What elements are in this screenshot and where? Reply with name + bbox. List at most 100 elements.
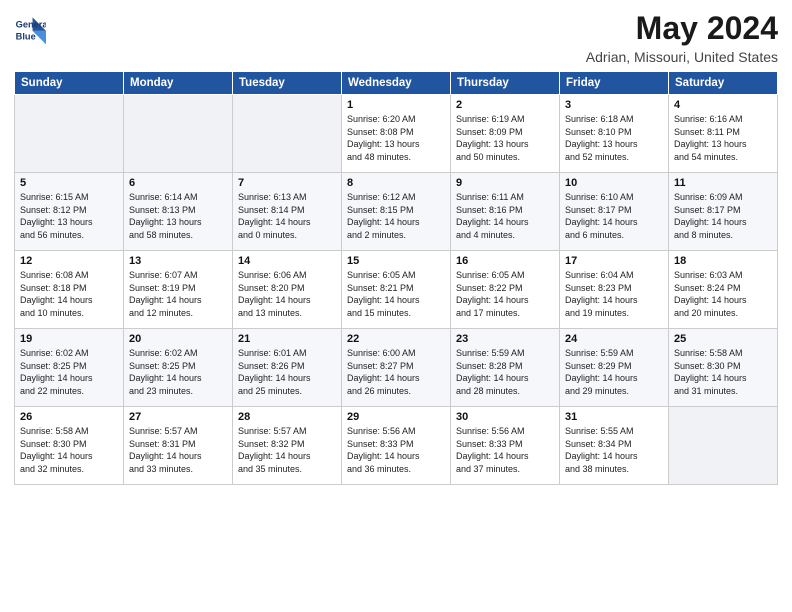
day-number: 18 [674,255,772,267]
day-number: 7 [238,177,336,189]
calendar-cell: 23Sunrise: 5:59 AMSunset: 8:28 PMDayligh… [451,329,560,407]
day-info: Sunrise: 6:08 AMSunset: 8:18 PMDaylight:… [20,269,118,319]
day-info: Sunrise: 5:57 AMSunset: 8:32 PMDaylight:… [238,425,336,475]
calendar-cell: 19 Sunrise: 6:02 AMSunset: 8:25 PMDayligh… [15,329,124,407]
day-info: Sunrise: 6:02 AMSunset: 8:25 PMDaylight:… [129,347,227,397]
day-info: Sunrise: 5:59 AMSunset: 8:28 PMDaylight:… [456,347,554,397]
day-info: Sunrise: 6:18 AMSunset: 8:10 PMDaylight:… [565,113,663,163]
calendar-cell [233,95,342,173]
svg-text:Blue: Blue [16,31,36,41]
calendar-cell [15,95,124,173]
day-number: 21 [238,333,336,345]
col-sunday: Sunday [15,72,124,95]
calendar-cell: 10 Sunrise: 6:10 AMSunset: 8:17 PMDayligh… [560,173,669,251]
day-info: Sunrise: 5:56 AMSunset: 8:33 PMDaylight:… [347,425,445,475]
day-info: Sunrise: 6:10 AMSunset: 8:17 PMDaylight:… [565,191,663,241]
day-info: Sunrise: 6:01 AMSunset: 8:26 PMDaylight:… [238,347,336,397]
day-number: 5 [20,177,118,189]
calendar-cell: 27 Sunrise: 5:57 AMSunset: 8:31 PMDayligh… [124,407,233,485]
day-number: 22 [347,333,445,345]
calendar-row: 26 Sunrise: 5:58 AMSunset: 8:30 PMDayligh… [15,407,778,485]
calendar-title: May 2024 [586,10,778,47]
day-info: Sunrise: 6:09 AMSunset: 8:17 PMDaylight:… [674,191,772,241]
calendar-cell: 31 Sunrise: 5:55 AMSunset: 8:34 PMDayligh… [560,407,669,485]
day-info: Sunrise: 6:06 AMSunset: 8:20 PMDaylight:… [238,269,336,319]
calendar-cell: 30Sunrise: 5:56 AMSunset: 8:33 PMDayligh… [451,407,560,485]
day-number: 15 [347,255,445,267]
day-info: Sunrise: 6:05 AMSunset: 8:21 PMDaylight:… [347,269,445,319]
day-number: 19 [20,333,118,345]
generalblue-logo-icon: General Blue [14,14,46,46]
day-info: Sunrise: 5:55 AMSunset: 8:34 PMDaylight:… [565,425,663,475]
col-wednesday: Wednesday [342,72,451,95]
day-info: Sunrise: 5:58 AMSunset: 8:30 PMDaylight:… [674,347,772,397]
calendar-cell: 16 Sunrise: 6:05 AMSunset: 8:22 PMDayligh… [451,251,560,329]
calendar-cell: 9Sunrise: 6:11 AMSunset: 8:16 PMDaylight… [451,173,560,251]
day-number: 14 [238,255,336,267]
day-number: 8 [347,177,445,189]
day-number: 2 [456,99,554,111]
col-friday: Friday [560,72,669,95]
day-info: Sunrise: 6:15 AMSunset: 8:12 PMDaylight:… [20,191,118,241]
day-info: Sunrise: 6:14 AMSunset: 8:13 PMDaylight:… [129,191,227,241]
day-number: 12 [20,255,118,267]
day-number: 13 [129,255,227,267]
calendar-cell: 17Sunrise: 6:04 AMSunset: 8:23 PMDayligh… [560,251,669,329]
day-number: 31 [565,411,663,423]
day-number: 24 [565,333,663,345]
col-tuesday: Tuesday [233,72,342,95]
day-info: Sunrise: 6:05 AMSunset: 8:22 PMDaylight:… [456,269,554,319]
calendar-cell: 4 Sunrise: 6:16 AMSunset: 8:11 PMDaylight… [669,95,778,173]
day-number: 4 [674,99,772,111]
day-info: Sunrise: 5:56 AMSunset: 8:33 PMDaylight:… [456,425,554,475]
day-info: Sunrise: 6:11 AMSunset: 8:16 PMDaylight:… [456,191,554,241]
calendar-cell: 11 Sunrise: 6:09 AMSunset: 8:17 PMDayligh… [669,173,778,251]
day-info: Sunrise: 6:19 AMSunset: 8:09 PMDaylight:… [456,113,554,163]
calendar-subtitle: Adrian, Missouri, United States [586,49,778,65]
calendar-cell: 8 Sunrise: 6:12 AMSunset: 8:15 PMDaylight… [342,173,451,251]
calendar-cell: 5 Sunrise: 6:15 AMSunset: 8:12 PMDaylight… [15,173,124,251]
col-saturday: Saturday [669,72,778,95]
day-info: Sunrise: 6:16 AMSunset: 8:11 PMDaylight:… [674,113,772,163]
day-number: 26 [20,411,118,423]
calendar-row: 19 Sunrise: 6:02 AMSunset: 8:25 PMDayligh… [15,329,778,407]
title-block: May 2024 Adrian, Missouri, United States [586,10,778,65]
calendar-table: Sunday Monday Tuesday Wednesday Thursday… [14,71,778,485]
calendar-cell: 3Sunrise: 6:18 AMSunset: 8:10 PMDaylight… [560,95,669,173]
day-number: 11 [674,177,772,189]
day-info: Sunrise: 6:07 AMSunset: 8:19 PMDaylight:… [129,269,227,319]
calendar-row: 12 Sunrise: 6:08 AMSunset: 8:18 PMDayligh… [15,251,778,329]
calendar-cell [124,95,233,173]
header-row: Sunday Monday Tuesday Wednesday Thursday… [15,72,778,95]
calendar-cell: 29 Sunrise: 5:56 AMSunset: 8:33 PMDayligh… [342,407,451,485]
calendar-row: 5 Sunrise: 6:15 AMSunset: 8:12 PMDaylight… [15,173,778,251]
day-number: 27 [129,411,227,423]
day-number: 10 [565,177,663,189]
calendar-cell: 7 Sunrise: 6:13 AMSunset: 8:14 PMDaylight… [233,173,342,251]
calendar-cell: 14 Sunrise: 6:06 AMSunset: 8:20 PMDayligh… [233,251,342,329]
day-info: Sunrise: 6:02 AMSunset: 8:25 PMDaylight:… [20,347,118,397]
day-info: Sunrise: 5:57 AMSunset: 8:31 PMDaylight:… [129,425,227,475]
day-info: Sunrise: 5:58 AMSunset: 8:30 PMDaylight:… [20,425,118,475]
calendar-cell: 12 Sunrise: 6:08 AMSunset: 8:18 PMDayligh… [15,251,124,329]
page: General Blue May 2024 Adrian, Missouri, … [0,0,792,612]
calendar-cell: 18Sunrise: 6:03 AMSunset: 8:24 PMDayligh… [669,251,778,329]
day-info: Sunrise: 6:20 AMSunset: 8:08 PMDaylight:… [347,113,445,163]
calendar-cell: 28 Sunrise: 5:57 AMSunset: 8:32 PMDayligh… [233,407,342,485]
calendar-cell: 1 Sunrise: 6:20 AMSunset: 8:08 PMDaylight… [342,95,451,173]
header: General Blue May 2024 Adrian, Missouri, … [14,10,778,65]
day-info: Sunrise: 6:12 AMSunset: 8:15 PMDaylight:… [347,191,445,241]
day-number: 17 [565,255,663,267]
day-number: 28 [238,411,336,423]
calendar-cell: 2 Sunrise: 6:19 AMSunset: 8:09 PMDaylight… [451,95,560,173]
calendar-cell: 26 Sunrise: 5:58 AMSunset: 8:30 PMDayligh… [15,407,124,485]
calendar-cell: 15 Sunrise: 6:05 AMSunset: 8:21 PMDayligh… [342,251,451,329]
day-number: 16 [456,255,554,267]
calendar-cell: 6 Sunrise: 6:14 AMSunset: 8:13 PMDaylight… [124,173,233,251]
day-number: 6 [129,177,227,189]
day-info: Sunrise: 6:13 AMSunset: 8:14 PMDaylight:… [238,191,336,241]
calendar-cell [669,407,778,485]
logo: General Blue [14,14,48,46]
day-number: 29 [347,411,445,423]
day-number: 1 [347,99,445,111]
